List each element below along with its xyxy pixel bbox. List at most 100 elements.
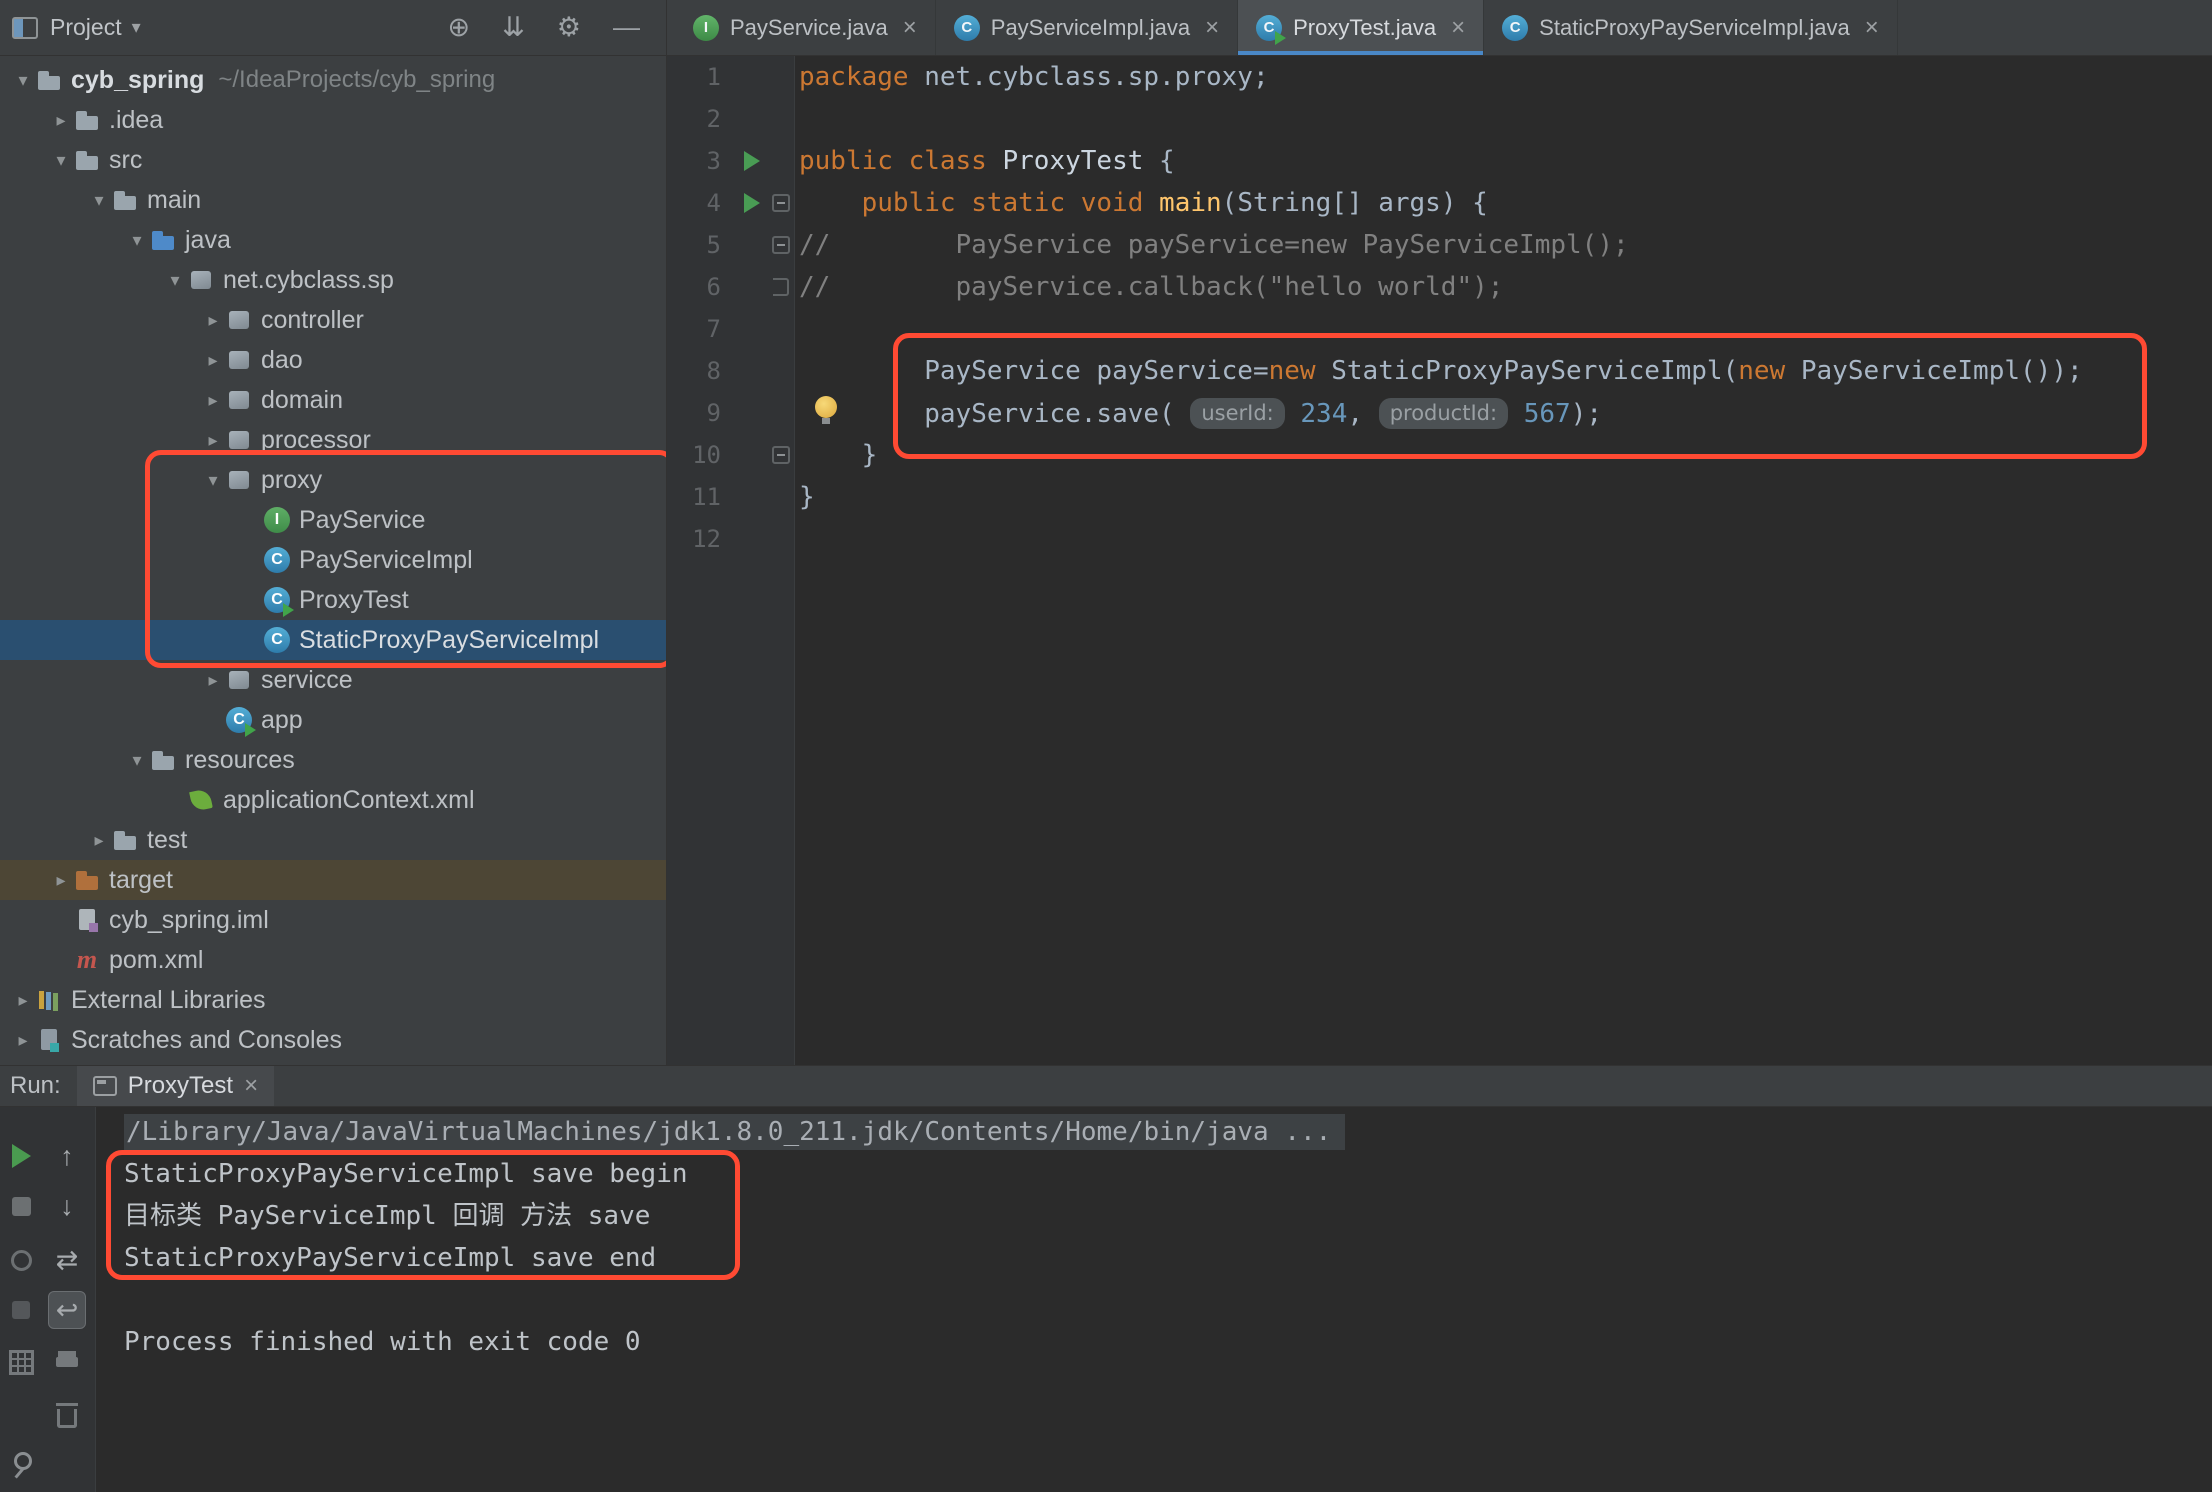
tree-item-resources[interactable]: ▾resources — [0, 740, 666, 780]
code-line-1[interactable]: 1package net.cybclass.sp.proxy; — [667, 56, 2212, 98]
code-line-6[interactable]: 6// payService.callback("hello world"); — [667, 266, 2212, 308]
console[interactable]: /Library/Java/JavaVirtualMachines/jdk1.8… — [96, 1107, 2212, 1492]
print-button[interactable] — [48, 1343, 86, 1381]
tree-toggle-icon[interactable]: ▸ — [200, 350, 226, 371]
tree-toggle-icon[interactable]: ▾ — [124, 750, 150, 771]
up-stack-button[interactable]: ↑ — [48, 1137, 86, 1175]
tree-toggle-icon[interactable]: ▸ — [10, 990, 36, 1011]
code-line-8[interactable]: 8 PayService payService=new StaticProxyP… — [667, 350, 2212, 392]
tab-payserviceimpl-java[interactable]: CPayServiceImpl.java× — [936, 0, 1238, 55]
tree-item-scratches-and-consoles[interactable]: ▸Scratches and Consoles — [0, 1020, 666, 1060]
tree-item-proxytest[interactable]: CProxyTest — [0, 580, 666, 620]
tree-item-controller[interactable]: ▸controller — [0, 300, 666, 340]
tree-item-proxy[interactable]: ▾proxy — [0, 460, 666, 500]
code-line-9[interactable]: 9 payService.save( userId: 234, productI… — [667, 392, 2212, 434]
tree-item-external-libraries[interactable]: ▸ External Libraries — [0, 980, 666, 1020]
restore-layout-button[interactable] — [2, 1343, 40, 1381]
tree-item-payservice[interactable]: IPayService — [0, 500, 666, 540]
tree-item-java[interactable]: ▾ java — [0, 220, 666, 260]
tree-item-test[interactable]: ▸test — [0, 820, 666, 860]
tree-item-label: app — [261, 706, 303, 735]
tree-toggle-icon[interactable]: ▾ — [200, 470, 226, 491]
editor[interactable]: 1package net.cybclass.sp.proxy;23public … — [667, 56, 2212, 1065]
history-button[interactable]: ⇄ — [48, 1241, 86, 1279]
project-selector[interactable]: Project — [50, 14, 122, 41]
tab-staticproxypayserviceimpl-java[interactable]: CStaticProxyPayServiceImpl.java× — [1484, 0, 1898, 55]
tree-toggle-icon[interactable]: ▾ — [10, 70, 36, 91]
parameter-hint: productId: — [1379, 398, 1508, 429]
tree-item-src[interactable]: ▾src — [0, 140, 666, 180]
tree-item-servicce[interactable]: ▸ servicce — [0, 660, 666, 700]
tree-item-main[interactable]: ▾main — [0, 180, 666, 220]
close-icon[interactable]: × — [1865, 14, 1879, 42]
tree-toggle-icon[interactable]: ▾ — [124, 230, 150, 251]
run-tab-proxytest[interactable]: ProxyTest × — [77, 1066, 274, 1106]
code-line-2[interactable]: 2 — [667, 98, 2212, 140]
code-line-7[interactable]: 7 — [667, 308, 2212, 350]
tree-item-net-cybclass-sp[interactable]: ▾net.cybclass.sp — [0, 260, 666, 300]
tree-item-app[interactable]: Capp — [0, 700, 666, 740]
fold-icon[interactable] — [772, 194, 790, 212]
tree-item-label: servicce — [261, 666, 353, 695]
code-line-12[interactable]: 12 — [667, 518, 2212, 560]
tree-item-target[interactable]: ▸target — [0, 860, 666, 900]
close-icon[interactable]: × — [1451, 14, 1465, 42]
code-line-10[interactable]: 10 } — [667, 434, 2212, 476]
close-icon[interactable]: × — [903, 14, 917, 42]
tree-item-cyb-spring-iml[interactable]: cyb_spring.iml — [0, 900, 666, 940]
pin-button[interactable] — [2, 1447, 40, 1485]
tree-item-dao[interactable]: ▸dao — [0, 340, 666, 380]
tab-payservice-java[interactable]: IPayService.java× — [675, 0, 936, 55]
run-line-icon[interactable] — [744, 151, 760, 171]
settings-icon[interactable]: ⚙ — [557, 14, 581, 41]
tab-label: StaticProxyPayServiceImpl.java — [1539, 15, 1850, 41]
run-line-icon[interactable] — [744, 193, 760, 213]
tree-toggle-icon[interactable]: ▸ — [200, 430, 226, 451]
chevron-down-icon[interactable]: ▾ — [132, 17, 141, 38]
fold-icon[interactable] — [772, 446, 790, 464]
locate-icon[interactable]: ⊕ — [448, 14, 471, 41]
tab-proxytest-java[interactable]: CProxyTest.java× — [1238, 0, 1484, 55]
tree-toggle-icon[interactable]: ▸ — [200, 670, 226, 691]
tree-item-pom-xml[interactable]: mpom.xml — [0, 940, 666, 980]
down-stack-button[interactable]: ↓ — [48, 1187, 86, 1225]
hide-panel-icon[interactable]: — — [613, 14, 640, 41]
tree-item-applicationcontext-xml[interactable]: applicationContext.xml — [0, 780, 666, 820]
tree-toggle-icon[interactable]: ▾ — [162, 270, 188, 291]
rerun-button[interactable] — [2, 1137, 40, 1175]
tree-toggle-icon[interactable]: ▾ — [86, 190, 112, 211]
project-tool-window-icon[interactable] — [12, 17, 38, 39]
code-line-11[interactable]: 11} — [667, 476, 2212, 518]
tree-toggle-icon[interactable]: ▸ — [48, 870, 74, 891]
coverage-button[interactable] — [2, 1241, 40, 1279]
tree-toggle-icon[interactable]: ▾ — [48, 150, 74, 171]
soft-wrap-button[interactable]: ↩ — [48, 1291, 86, 1329]
tree-toggle-icon[interactable]: ▸ — [200, 390, 226, 411]
tree-toggle-icon[interactable]: ▸ — [200, 310, 226, 331]
tree-item-cyb-spring[interactable]: ▾cyb_spring~/IdeaProjects/cyb_spring — [0, 60, 666, 100]
tree-item-idea[interactable]: ▸.idea — [0, 100, 666, 140]
close-icon[interactable]: × — [1205, 14, 1219, 42]
tree-toggle-icon[interactable]: ▸ — [10, 1030, 36, 1051]
tree-item-label: java — [185, 226, 231, 255]
tree-toggle-icon[interactable]: ▸ — [48, 110, 74, 131]
profile-button[interactable] — [2, 1291, 40, 1329]
tree-item-domain[interactable]: ▸domain — [0, 380, 666, 420]
project-tree: ▾cyb_spring~/IdeaProjects/cyb_spring▸.id… — [0, 56, 666, 1060]
fold-icon[interactable] — [772, 236, 790, 254]
tree-item-processor[interactable]: ▸processor — [0, 420, 666, 460]
close-icon[interactable]: × — [244, 1072, 258, 1100]
fold-icon[interactable] — [773, 278, 789, 296]
code-line-4[interactable]: 4 public static void main(String[] args)… — [667, 182, 2212, 224]
code-line-5[interactable]: 5// PayService payService=new PayService… — [667, 224, 2212, 266]
collapse-all-icon[interactable]: ⇊ — [502, 14, 525, 41]
tree-item-staticproxypayserviceimpl[interactable]: CStaticProxyPayServiceImpl — [0, 620, 666, 660]
tree-item-payserviceimpl[interactable]: CPayServiceImpl — [0, 540, 666, 580]
clear-button[interactable] — [48, 1397, 86, 1435]
tree-item-label: External Libraries — [71, 986, 266, 1015]
maven-icon: m — [74, 947, 100, 973]
intention-bulb-icon[interactable] — [813, 396, 839, 422]
stop-button[interactable] — [2, 1187, 40, 1225]
tree-toggle-icon[interactable]: ▸ — [86, 830, 112, 851]
code-line-3[interactable]: 3public class ProxyTest { — [667, 140, 2212, 182]
